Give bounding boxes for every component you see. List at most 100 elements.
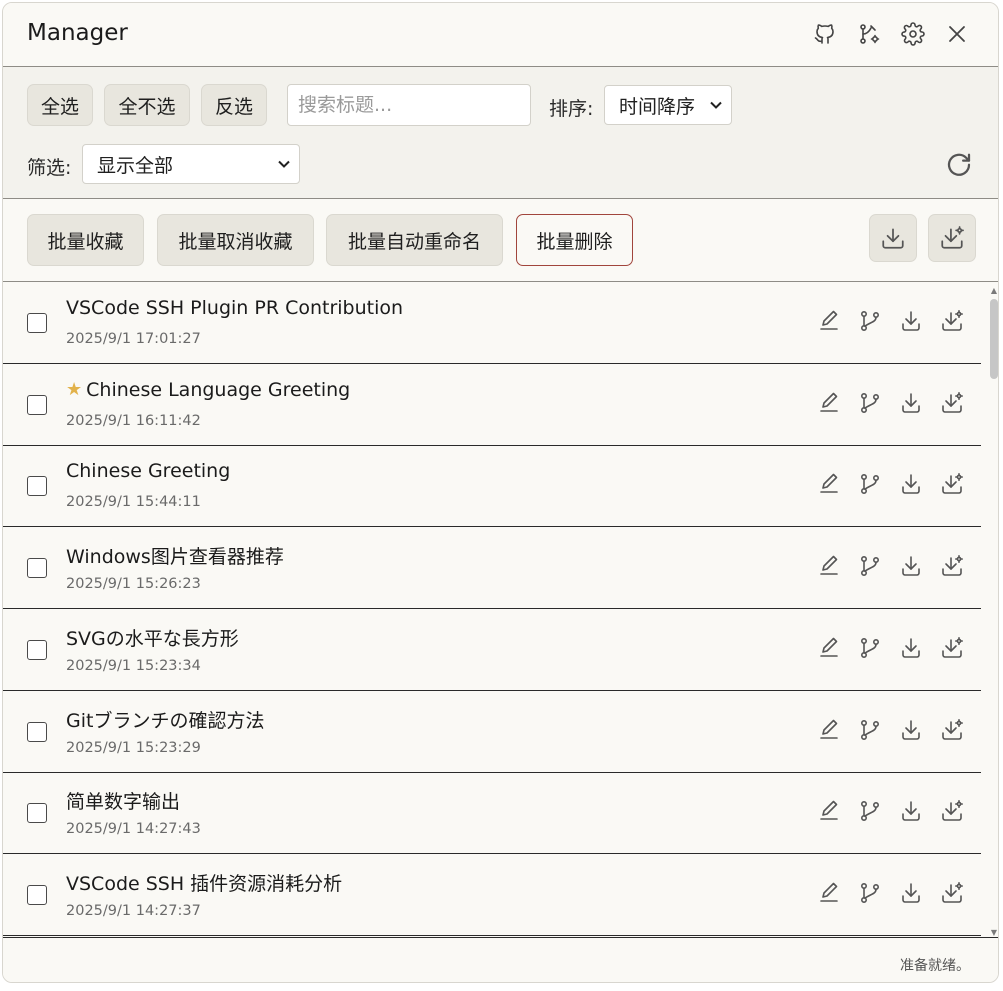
scroll-up-arrow[interactable]: ▲ [990, 287, 998, 295]
select-all-button[interactable]: 全选 [27, 84, 93, 126]
git-branch-settings-icon[interactable] [855, 20, 883, 48]
download-settings-button[interactable] [938, 470, 966, 498]
conversation-title-text: Chinese Language Greeting [86, 378, 351, 401]
row-checkbox[interactable] [27, 803, 47, 824]
gear-icon[interactable] [899, 20, 927, 48]
download-settings-button[interactable] [938, 389, 966, 417]
rename-button[interactable] [815, 470, 843, 498]
download-settings-icon [942, 310, 963, 331]
select-none-button[interactable]: 全不选 [104, 84, 190, 126]
download-settings-button[interactable] [938, 307, 966, 335]
row-checkbox[interactable] [27, 884, 47, 905]
row-checkbox[interactable] [27, 558, 47, 579]
conversation-title-text: Windows图片查看器推荐 [66, 546, 284, 569]
branch-button[interactable] [856, 389, 884, 417]
branch-button[interactable] [856, 797, 884, 825]
conversation-title-text: VSCode SSH 插件资源消耗分析 [66, 872, 343, 895]
download-button[interactable] [897, 716, 925, 744]
scrollbar[interactable]: ▲ ▼ [988, 285, 998, 939]
rename-button[interactable] [815, 716, 843, 744]
pencil-icon [820, 474, 838, 494]
rename-button[interactable] [815, 879, 843, 907]
conversation-title: Windows图片查看器推荐 [66, 542, 284, 569]
batch-auto-rename-button[interactable]: 批量自动重命名 [326, 214, 503, 266]
row-checkbox[interactable] [27, 721, 47, 742]
conversation-title: ★ Chinese Language Greeting [66, 379, 350, 401]
download-settings-button[interactable] [938, 634, 966, 662]
download-icon [902, 311, 920, 331]
list-item[interactable]: Chinese Greeting 2025/9/1 15:44:11 [3, 446, 981, 528]
batch-favorite-button[interactable]: 批量收藏 [27, 214, 144, 266]
invert-selection-button[interactable]: 反选 [201, 84, 267, 126]
conversation-title: Gitブランチの確認方法 [66, 706, 264, 733]
list-item[interactable]: 简单数字输出 2025/9/1 14:27:43 [3, 773, 981, 855]
list-item[interactable]: Gitブランチの確認方法 2025/9/1 15:23:29 [3, 692, 981, 773]
batch-delete-button[interactable]: 批量删除 [516, 214, 633, 266]
download-button[interactable] [897, 307, 925, 335]
download-settings-icon [942, 555, 963, 576]
download-settings-button[interactable] [938, 552, 966, 580]
download-button[interactable] [897, 634, 925, 662]
row-checkbox[interactable] [27, 313, 47, 333]
download-icon [902, 474, 920, 495]
list-item[interactable]: Windows图片查看器推荐 2025/9/1 15:26:23 [3, 528, 981, 610]
pencil-icon [820, 882, 838, 902]
export-download-icon [882, 228, 904, 249]
rename-button[interactable] [815, 552, 843, 580]
git-branch-icon [860, 882, 880, 903]
conversation-time: 2025/9/1 15:26:23 [66, 576, 201, 593]
branch-button[interactable] [856, 879, 884, 907]
search-input[interactable] [287, 84, 531, 126]
list-item[interactable]: VSCode SSH 插件资源消耗分析 2025/9/1 14:27:37 [3, 855, 981, 936]
download-settings-button[interactable] [938, 879, 966, 907]
download-settings-button[interactable] [938, 797, 966, 825]
row-checkbox[interactable] [27, 476, 47, 497]
pencil-icon [820, 310, 838, 330]
list-item[interactable]: SVGの水平な長方形 2025/9/1 15:23:34 [3, 610, 981, 691]
rename-button[interactable] [815, 389, 843, 417]
git-branch-icon [860, 310, 880, 331]
star-icon: ★ [66, 379, 83, 401]
rename-button[interactable] [815, 797, 843, 825]
export-settings-button[interactable] [928, 214, 976, 262]
rename-button[interactable] [815, 307, 843, 335]
branch-button[interactable] [856, 552, 884, 580]
row-checkbox[interactable] [27, 394, 47, 415]
download-settings-button[interactable] [938, 716, 966, 744]
pencil-icon [820, 637, 838, 657]
sort-select[interactable]: 时间降序 [604, 85, 732, 125]
filter-controls: 全选 全不选 反选 排序: 时间降序 筛选: 显示全部 [3, 67, 998, 199]
download-button[interactable] [897, 879, 925, 907]
git-branch-icon [860, 719, 880, 740]
conversation-time: 2025/9/1 16:11:42 [66, 412, 201, 429]
branch-button[interactable] [856, 634, 884, 662]
download-button[interactable] [897, 470, 925, 498]
scroll-thumb[interactable] [990, 299, 998, 379]
filter-select[interactable]: 显示全部 [82, 144, 300, 184]
download-button[interactable] [897, 552, 925, 580]
list-item[interactable]: VSCode SSH Plugin PR Contribution 2025/9… [3, 283, 981, 364]
branch-button[interactable] [856, 470, 884, 498]
branch-button[interactable] [856, 307, 884, 335]
row-checkbox[interactable] [27, 639, 47, 660]
status-text: 准备就绪。 [900, 958, 970, 974]
list-item[interactable]: ★ Chinese Language Greeting 2025/9/1 16:… [3, 365, 981, 446]
close-icon[interactable] [943, 20, 971, 48]
refresh-icon[interactable] [944, 151, 974, 181]
github-icon[interactable] [811, 20, 839, 48]
download-settings-icon [942, 718, 963, 740]
export-txt-button[interactable] [869, 214, 917, 262]
branch-button[interactable] [856, 716, 884, 744]
download-button[interactable] [897, 389, 925, 417]
scroll-down-arrow[interactable]: ▼ [990, 929, 998, 937]
manager-panel: Manager 全选 全不选 反选 排序: [2, 2, 999, 983]
sort-select-value: 时间降序 [619, 95, 696, 118]
download-button[interactable] [897, 797, 925, 825]
git-branch-icon [860, 801, 880, 822]
download-icon [902, 801, 920, 821]
rename-button[interactable] [815, 634, 843, 662]
conversation-time: 2025/9/1 15:23:34 [66, 657, 201, 674]
chevron-down-icon [710, 101, 722, 109]
export-settings-icon [941, 226, 964, 249]
batch-unfavorite-button[interactable]: 批量取消收藏 [157, 214, 314, 266]
